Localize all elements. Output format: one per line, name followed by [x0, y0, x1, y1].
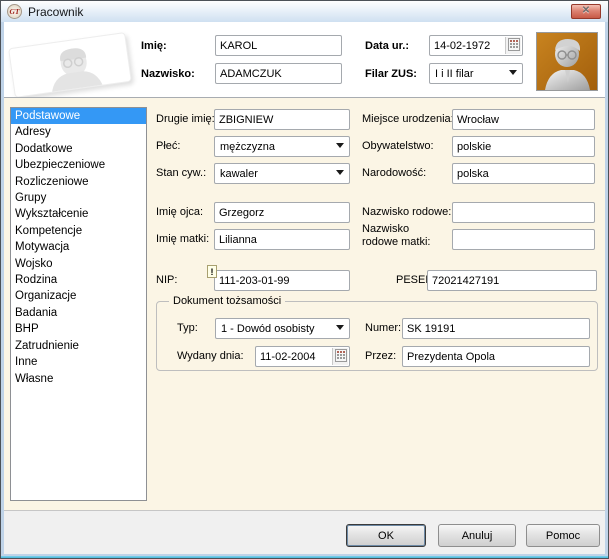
imie-matki-label: Imię matki:: [156, 233, 210, 245]
person-watermark-icon: [51, 48, 104, 94]
plec-value: mężczyzna: [220, 141, 276, 153]
filar-zus-combo[interactable]: I i II filar: [429, 63, 523, 84]
wydany-dnia-field[interactable]: [255, 346, 350, 367]
chevron-down-icon: [336, 170, 344, 175]
przez-label: Przez:: [365, 350, 397, 362]
pesel-input[interactable]: [427, 270, 597, 291]
dokument-tozsamosci-group: Dokument tożsamości Typ: 1 - Dowód osobi…: [156, 295, 598, 371]
ok-button[interactable]: OK: [346, 524, 426, 547]
data-ur-label: Data ur.:: [365, 40, 410, 52]
imie-label: Imię:: [141, 40, 167, 52]
drugie-imie-label: Drugie imię:: [156, 113, 215, 125]
button-bar: OK Anuluj Pomoc: [4, 510, 605, 554]
nip-input[interactable]: [214, 270, 350, 291]
plec-combo[interactable]: mężczyzna: [214, 136, 350, 157]
wydany-dnia-label: Wydany dnia:: [177, 350, 244, 362]
close-icon: ✕: [581, 5, 591, 16]
filar-zus-label: Filar ZUS:: [365, 68, 417, 80]
sidebar-item-badania[interactable]: Badania: [11, 305, 146, 321]
dialog-content: Imię: Nazwisko: Data ur.: Filar ZUS:: [4, 22, 605, 554]
sidebar-item-inne[interactable]: Inne: [11, 354, 146, 370]
narodowosc-label: Narodowość:: [362, 167, 427, 179]
drugie-imie-input[interactable]: [214, 109, 350, 130]
pracownik-dialog: GT Pracownik ✕ Imię: Nazwisko: Data ur.:: [0, 0, 609, 559]
window-title: Pracownik: [28, 5, 84, 19]
imie-ojca-input[interactable]: [214, 202, 350, 223]
imie-ojca-label: Imię ojca:: [156, 206, 204, 218]
typ-combo[interactable]: 1 - Dowód osobisty: [215, 318, 350, 339]
obywatelstwo-input[interactable]: [452, 136, 595, 157]
typ-label: Typ:: [177, 322, 198, 334]
chevron-down-icon: [509, 70, 517, 75]
close-button[interactable]: ✕: [571, 4, 601, 19]
header-band: Imię: Nazwisko: Data ur.: Filar ZUS:: [4, 22, 605, 98]
sidebar-item-organizacje[interactable]: Organizacje: [11, 288, 146, 304]
sidebar-item-zatrudnienie[interactable]: Zatrudnienie: [11, 338, 146, 354]
nazwisko-label: Nazwisko:: [141, 68, 195, 80]
sidebar-item-kompetencje[interactable]: Kompetencje: [11, 223, 146, 239]
sidebar-item-motywacja[interactable]: Motywacja: [11, 239, 146, 255]
calendar-icon[interactable]: [332, 348, 348, 365]
wydany-dnia-input[interactable]: [256, 347, 331, 366]
imie-input[interactable]: [215, 35, 342, 56]
sidebar-item-rozliczeniowe[interactable]: Rozliczeniowe: [11, 174, 146, 190]
stan-cywilny-value: kawaler: [220, 168, 258, 180]
sidebar-list[interactable]: Podstawowe Adresy Dodatkowe Ubezpieczeniowe…: [10, 107, 147, 501]
miejsce-urodzenia-label: Miejsce urodzenia:: [362, 113, 454, 125]
stan-cywilny-label: Stan cyw.:: [156, 167, 207, 179]
person-avatar-icon: [545, 39, 590, 90]
imie-matki-input[interactable]: [214, 229, 350, 250]
sidebar-item-grupy[interactable]: Grupy: [11, 190, 146, 206]
plec-label: Płeć:: [156, 140, 181, 152]
sidebar-item-bhp[interactable]: BHP: [11, 321, 146, 337]
nip-label: NIP:: [156, 274, 178, 286]
typ-value: 1 - Dowód osobisty: [221, 323, 315, 335]
filar-zus-value: I i II filar: [435, 68, 474, 80]
data-ur-field[interactable]: [429, 35, 523, 56]
app-gt-icon: GT: [7, 4, 22, 19]
data-ur-input[interactable]: [430, 36, 504, 55]
nazwisko-rodowe-matki-input[interactable]: [452, 229, 595, 250]
sidebar-item-wykształcenie[interactable]: Wykształcenie: [11, 206, 146, 222]
narodowosc-input[interactable]: [452, 163, 595, 184]
sidebar-item-rodzina[interactable]: Rodzina: [11, 272, 146, 288]
window-frame-glow: [1, 556, 608, 558]
numer-input[interactable]: [402, 318, 590, 339]
nazwisko-rodowe-matki-label: Nazwisko rodowe matki:: [362, 223, 431, 248]
sidebar-item-dodatkowe[interactable]: Dodatkowe: [11, 141, 146, 157]
numer-label: Numer:: [365, 322, 402, 334]
title-bar[interactable]: GT Pracownik ✕: [1, 1, 608, 22]
sidebar-item-adresy[interactable]: Adresy: [11, 124, 146, 140]
chevron-down-icon: [336, 143, 344, 148]
id-card-watermark: [8, 32, 132, 98]
sidebar-item-własne[interactable]: Własne: [11, 371, 146, 387]
calendar-icon[interactable]: [505, 37, 521, 54]
pomoc-button[interactable]: Pomoc: [526, 524, 600, 547]
chevron-down-icon: [336, 325, 344, 330]
nazwisko-rodowe-label: Nazwisko rodowe:: [362, 206, 452, 218]
employee-photo[interactable]: [536, 32, 598, 91]
stan-cywilny-combo[interactable]: kawaler: [214, 163, 350, 184]
nazwisko-input[interactable]: [215, 63, 342, 84]
sidebar-item-wojsko[interactable]: Wojsko: [11, 256, 146, 272]
obywatelstwo-label: Obywatelstwo:: [362, 140, 434, 152]
przez-input[interactable]: [402, 346, 590, 367]
miejsce-urodzenia-input[interactable]: [452, 109, 595, 130]
sidebar-item-podstawowe[interactable]: Podstawowe: [11, 108, 146, 125]
sidebar-item-ubezpieczeniowe[interactable]: Ubezpieczeniowe: [11, 157, 146, 173]
dokument-group-title: Dokument tożsamości: [169, 295, 286, 307]
anuluj-button[interactable]: Anuluj: [438, 524, 516, 547]
nip-warning-icon[interactable]: !: [207, 265, 217, 278]
nazwisko-rodowe-input[interactable]: [452, 202, 595, 223]
